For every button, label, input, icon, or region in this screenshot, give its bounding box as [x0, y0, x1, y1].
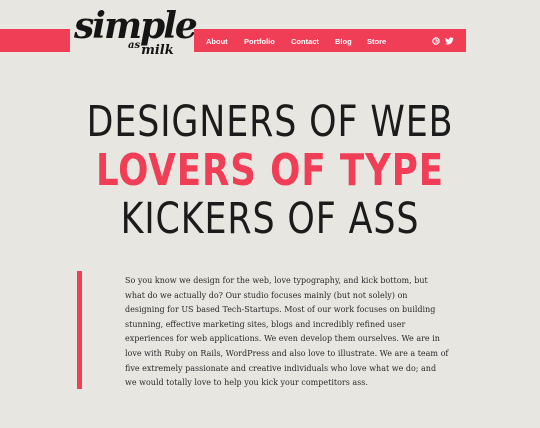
logo[interactable]: simple asmilk [74, 6, 198, 68]
nav-item-contact[interactable]: Contact [291, 37, 319, 46]
accent-bar [0, 29, 70, 52]
nav-item-portfolio[interactable]: Portfolio [244, 37, 275, 46]
headline-line-2: LOVERS OF TYPE [95, 145, 445, 196]
headline-line-1: DESIGNERS OF WEB [86, 97, 454, 147]
nav-item-about[interactable]: About [206, 37, 228, 46]
nav-item-store[interactable]: Store [367, 37, 386, 46]
twitter-icon[interactable] [445, 36, 454, 45]
logo-subtitle: asmilk [128, 40, 174, 59]
intro-paragraph: So you know we design for the web, love … [125, 276, 449, 388]
nav-item-blog[interactable]: Blog [335, 37, 352, 46]
dribbble-icon[interactable] [431, 36, 440, 45]
logo-subtitle-as: as [128, 40, 141, 51]
main-nav: About Portfolio Contact Blog Store [194, 29, 466, 52]
logo-subtitle-milk: milk [141, 43, 174, 58]
headline-line-3: KICKERS OF ASS [120, 194, 420, 244]
quote-bar [77, 271, 82, 389]
